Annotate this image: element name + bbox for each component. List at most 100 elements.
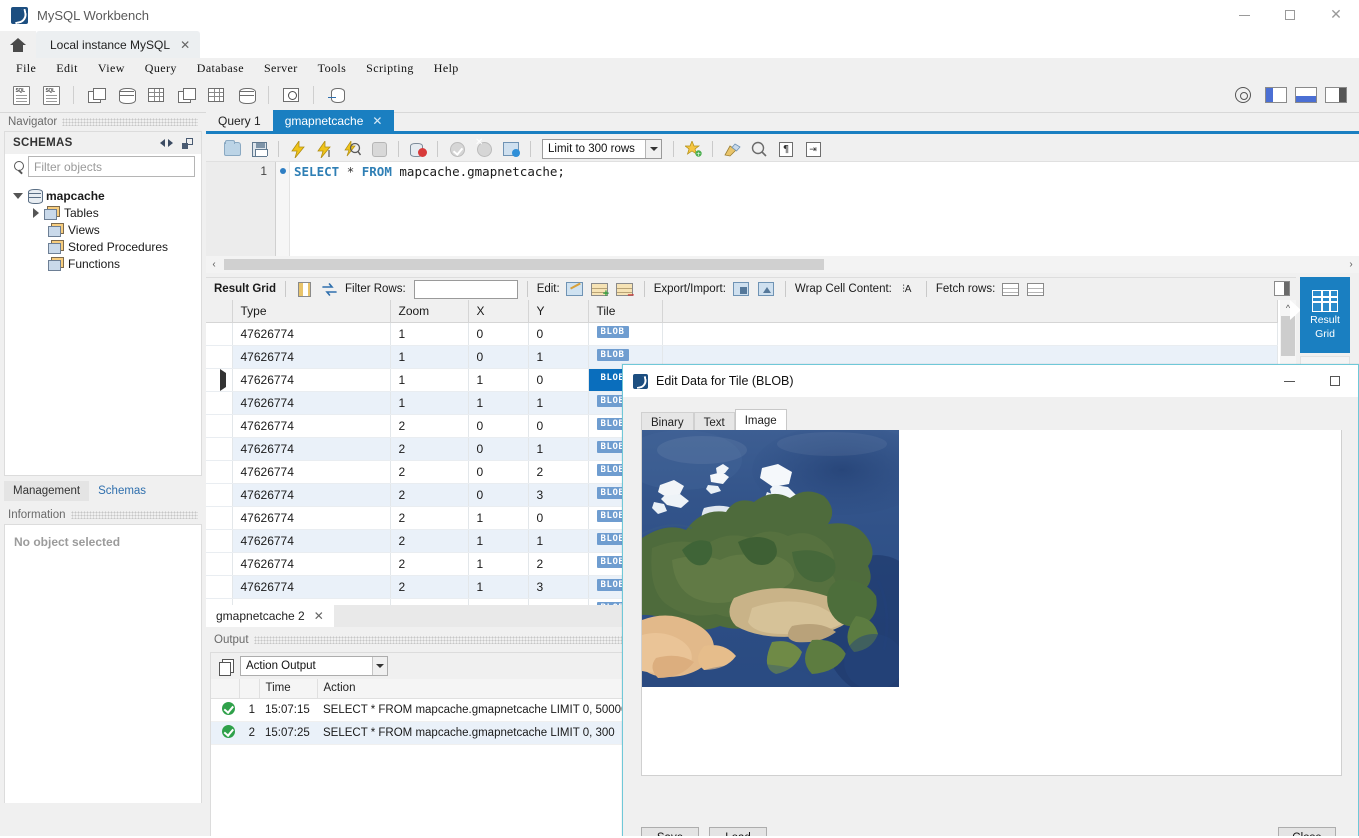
editor-horizontal-scrollbar[interactable]: ‹ › (206, 256, 1359, 273)
cell-type[interactable]: 47626774 (232, 322, 391, 346)
window-close-button[interactable]: ✕ (1313, 0, 1359, 31)
commit-icon[interactable] (445, 138, 469, 160)
cell-type[interactable]: 47626774 (232, 437, 391, 461)
row-header[interactable] (206, 345, 233, 369)
edit-cell-icon[interactable] (565, 280, 585, 298)
cell-y[interactable]: 0 (528, 414, 589, 438)
tree-node-mapcache[interactable]: mapcache (5, 187, 201, 204)
window-minimize-button[interactable] (1221, 0, 1267, 31)
cell-zoom[interactable]: 2 (390, 483, 469, 507)
cell-y[interactable]: 1 (528, 345, 589, 369)
output-row[interactable]: 2 15:07:25 SELECT * FROM mapcache.gmapne… (211, 721, 627, 745)
cell-y[interactable]: 0 (528, 598, 589, 605)
menu-scripting[interactable]: Scripting (356, 59, 424, 78)
cell-y[interactable]: 3 (528, 483, 589, 507)
invisible-chars-icon[interactable]: ¶ (774, 138, 798, 160)
row-header[interactable] (206, 414, 233, 438)
breakpoint-column[interactable] (276, 162, 290, 257)
row-header[interactable] (206, 322, 233, 346)
scroll-thumb[interactable] (224, 259, 824, 270)
cell-x[interactable]: 1 (468, 552, 529, 576)
cell-type[interactable]: 47626774 (232, 506, 391, 530)
stop-on-error-icon[interactable] (406, 138, 430, 160)
wrap-cell-icon[interactable]: ⫶A (897, 280, 917, 298)
cell-tile[interactable]: BLOB (588, 322, 663, 346)
row-header[interactable] (206, 506, 233, 530)
copy-icon[interactable] (219, 658, 234, 676)
snippet-icon[interactable]: + (681, 138, 705, 160)
cell-y[interactable]: 2 (528, 552, 589, 576)
limit-rows-select[interactable]: Limit to 300 rows (542, 139, 662, 159)
cell-y[interactable]: 3 (528, 575, 589, 599)
output-row[interactable]: 1 15:07:15 SELECT * FROM mapcache.gmapne… (211, 698, 627, 722)
chevron-down-icon[interactable] (13, 192, 23, 199)
import-recordset-icon[interactable] (756, 280, 776, 298)
dialog-tab-binary[interactable]: Binary (641, 412, 694, 432)
explain-icon[interactable] (340, 138, 364, 160)
cell-y[interactable]: 0 (528, 368, 589, 392)
column-header-tile[interactable]: Tile (588, 300, 663, 323)
open-script-icon[interactable] (220, 138, 244, 160)
menu-help[interactable]: Help (424, 59, 469, 78)
cell-zoom[interactable]: 2 (390, 575, 469, 599)
cell-x[interactable]: 1 (468, 368, 529, 392)
beautify-icon[interactable] (720, 138, 744, 160)
result-subtab-gmapnetcache-2[interactable]: gmapnetcache 2 ✕ (206, 605, 334, 627)
cell-type[interactable]: 47626774 (232, 552, 391, 576)
cell-zoom[interactable]: 2 (390, 506, 469, 530)
cell-type[interactable]: 47626774 (232, 345, 391, 369)
table-row[interactable]: 47626774 1 0 0 BLOB (206, 322, 1278, 346)
menu-tools[interactable]: Tools (308, 59, 357, 78)
cell-type[interactable]: 47626774 (232, 414, 391, 438)
connection-tab-local-instance[interactable]: Local instance MySQL ✕ (36, 31, 201, 58)
cell-zoom[interactable]: 2 (390, 414, 469, 438)
row-header[interactable] (206, 483, 233, 507)
dialog-maximize-button[interactable] (1312, 365, 1358, 397)
swap-icon[interactable] (320, 280, 340, 298)
sidebar-tab-result-grid[interactable]: Result Grid (1300, 277, 1350, 353)
dialog-tab-image[interactable]: Image (734, 409, 787, 432)
fetch-all-icon[interactable] (1025, 280, 1045, 298)
column-header-type[interactable]: Type (232, 300, 391, 323)
cell-x[interactable]: 0 (468, 345, 529, 369)
stop-icon[interactable] (367, 138, 391, 160)
export-recordset-icon[interactable] (731, 280, 751, 298)
gear-icon[interactable] (1235, 87, 1251, 103)
scroll-left-icon[interactable]: ‹ (206, 256, 222, 273)
dialog-tab-text[interactable]: Text (693, 412, 735, 432)
connection-tab-close-icon[interactable]: ✕ (180, 38, 190, 52)
cell-x[interactable]: 0 (468, 322, 529, 346)
cell-y[interactable]: 1 (528, 391, 589, 415)
new-table-icon[interactable] (143, 82, 169, 108)
new-sql-tab-icon[interactable]: SQL (8, 82, 34, 108)
sidebar-toggle-icon[interactable] (1265, 87, 1287, 103)
cell-zoom[interactable]: 2 (390, 529, 469, 553)
save-script-icon[interactable] (247, 138, 271, 160)
cell-zoom[interactable]: 2 (390, 598, 469, 605)
cell-y[interactable]: 2 (528, 460, 589, 484)
cell-type[interactable]: 47626774 (232, 598, 391, 605)
column-header-x[interactable]: X (468, 300, 529, 323)
cell-x[interactable]: 1 (468, 506, 529, 530)
cell-x[interactable]: 1 (468, 575, 529, 599)
editor-tab-close-icon[interactable]: ✕ (372, 114, 382, 128)
cell-y[interactable]: 0 (528, 322, 589, 346)
cell-type[interactable]: 47626774 (232, 368, 391, 392)
toggle-field-panel-icon[interactable] (1274, 281, 1290, 296)
cell-zoom[interactable]: 1 (390, 322, 469, 346)
output-view-select[interactable]: Action Output (240, 656, 388, 676)
column-header-y[interactable]: Y (528, 300, 589, 323)
wrap-lines-icon[interactable]: ⇥ (801, 138, 825, 160)
secondary-sidebar-toggle-icon[interactable] (1325, 87, 1347, 103)
scroll-thumb-vertical[interactable] (1281, 316, 1295, 356)
menu-server[interactable]: Server (254, 59, 308, 78)
menu-view[interactable]: View (88, 59, 135, 78)
reconnect-server-icon[interactable] (323, 82, 349, 108)
cell-x[interactable]: 0 (468, 483, 529, 507)
cell-x[interactable]: 2 (468, 598, 529, 605)
collapse-all-icon[interactable] (182, 137, 193, 149)
cell-y[interactable]: 1 (528, 529, 589, 553)
insert-row-icon[interactable] (590, 280, 610, 300)
output-toggle-icon[interactable] (1295, 87, 1317, 103)
tree-node-tables[interactable]: Tables (5, 204, 201, 221)
